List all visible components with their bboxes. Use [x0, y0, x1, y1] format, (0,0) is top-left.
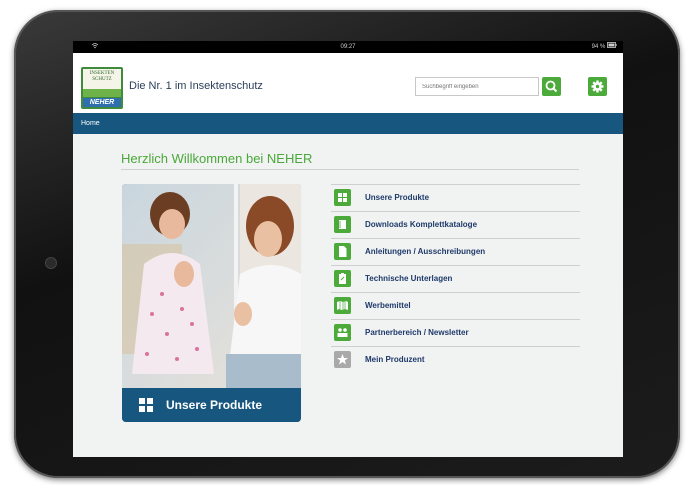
map-icon [334, 297, 351, 314]
logo-top-text: INSEKTEN SCHUTZ [83, 69, 121, 89]
menu-item-label: Unsere Produkte [365, 193, 430, 202]
menu-item-label: Partnerbereich / Newsletter [365, 328, 469, 337]
search-button[interactable] [542, 77, 561, 96]
menu-item-partner[interactable]: Partnerbereich / Newsletter [331, 319, 580, 346]
neher-logo[interactable]: INSEKTEN SCHUTZ NEHER [81, 67, 123, 109]
menu-item-label: Technische Unterlagen [365, 274, 453, 283]
app-screen: 09:27 94 % INSEKTEN SCHUTZ NEHER Die Nr.… [73, 41, 623, 457]
clipboard-icon [334, 270, 351, 287]
star-icon [334, 351, 351, 368]
logo-stripe [83, 89, 121, 97]
people-icon [334, 324, 351, 341]
battery-indicator: 94 % [592, 41, 617, 53]
status-bar: 09:27 94 % [73, 41, 623, 53]
grid-icon [334, 189, 351, 206]
menu-item-label: Werbemittel [365, 301, 411, 310]
menu-item-producer[interactable]: Mein Produzent [331, 346, 580, 373]
page-title: Herzlich Willkommen bei NEHER [121, 151, 313, 166]
logo-brand: NEHER [83, 98, 121, 107]
battery-icon [607, 42, 617, 48]
menu-item-products[interactable]: Unsere Produkte [331, 184, 580, 211]
menu-item-instructions[interactable]: Anleitungen / Ausschreibungen [331, 238, 580, 265]
grid-icon [139, 398, 153, 412]
menu-item-label: Anleitungen / Ausschreibungen [365, 247, 486, 256]
battery-level: 94 % [591, 44, 606, 50]
search-icon [545, 80, 558, 93]
menu-item-label: Downloads Komplettkataloge [365, 220, 478, 229]
menu-item-technical[interactable]: Technische Unterlagen [331, 265, 580, 292]
home-button[interactable] [45, 257, 57, 269]
settings-button[interactable] [588, 77, 607, 96]
catalog-icon [334, 216, 351, 233]
menu-item-downloads[interactable]: Downloads Komplettkataloge [331, 211, 580, 238]
title-divider [121, 169, 579, 170]
status-time: 09:27 [340, 44, 356, 50]
header: INSEKTEN SCHUTZ NEHER Die Nr. 1 im Insek… [73, 53, 623, 113]
menu-item-label: Mein Produzent [365, 355, 425, 364]
hero-tile-products[interactable]: Unsere Produkte [122, 184, 301, 422]
document-icon [334, 243, 351, 260]
breadcrumb-bar: Home [73, 113, 623, 134]
tagline: Die Nr. 1 im Insektenschutz [129, 80, 263, 92]
breadcrumb-home[interactable]: Home [81, 113, 100, 134]
hero-photo [122, 184, 301, 388]
main-menu: Unsere Produkte Downloads Komplettkatalo… [331, 184, 580, 373]
hero-caption: Unsere Produkte [122, 388, 301, 422]
search-input[interactable] [415, 77, 539, 96]
menu-item-advertising[interactable]: Werbemittel [331, 292, 580, 319]
hero-label: Unsere Produkte [166, 398, 263, 412]
gear-icon [591, 80, 604, 93]
